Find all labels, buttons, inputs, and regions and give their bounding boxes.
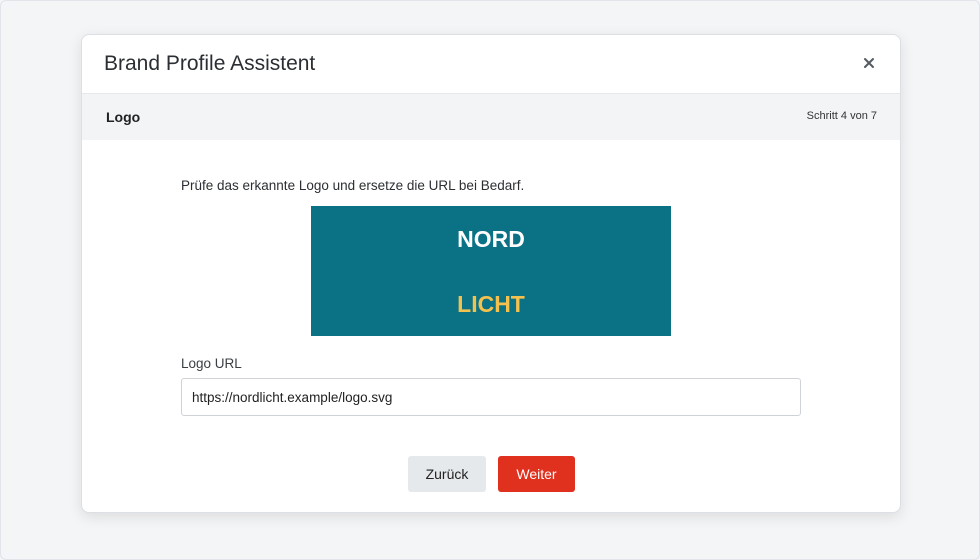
dialog-header: Brand Profile Assistent [82,35,900,94]
logo-text-nord: NORD [457,226,525,252]
dialog-content: Prüfe das erkannte Logo und ersetze die … [82,140,900,512]
next-button[interactable]: Weiter [498,456,575,492]
instruction-text: Prüfe das erkannte Logo und ersetze die … [181,178,525,193]
brand-profile-dialog: Brand Profile Assistent Logo Schritt 4 v… [81,34,901,513]
logo-url-label: Logo URL [181,356,242,371]
logo-text-licht: LICHT [457,291,525,317]
back-button[interactable]: Zurück [408,456,486,492]
logo-preview: NORD LICHT [311,206,671,336]
page-background: Brand Profile Assistent Logo Schritt 4 v… [0,0,980,560]
close-icon [858,52,880,74]
step-title: Logo [106,109,141,125]
dialog-title: Brand Profile Assistent [104,52,316,75]
logo-url-input[interactable] [181,378,801,416]
step-counter: Schritt 4 von 7 [806,110,877,122]
close-button[interactable] [858,52,880,74]
step-bar: Logo Schritt 4 von 7 [82,94,900,140]
